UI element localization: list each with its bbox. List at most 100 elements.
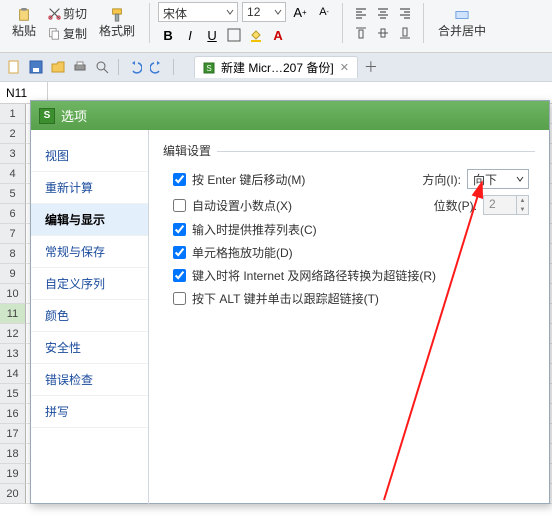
folder-open-icon <box>51 60 65 74</box>
row-header[interactable]: 9 <box>0 264 26 284</box>
undo-icon <box>128 60 142 74</box>
row-header[interactable]: 12 <box>0 324 26 344</box>
open-button[interactable] <box>50 59 66 75</box>
separator <box>173 59 174 75</box>
valign-top-button[interactable] <box>351 24 371 42</box>
row-header[interactable]: 15 <box>0 384 26 404</box>
cut-button[interactable]: 剪切 <box>46 4 89 23</box>
new-button[interactable] <box>6 59 22 75</box>
places-spinner[interactable]: 2 ▲▼ <box>483 195 529 215</box>
row-header[interactable]: 18 <box>0 444 26 464</box>
new-file-icon <box>7 60 21 74</box>
align-right-icon <box>398 6 412 20</box>
nav-item-view[interactable]: 视图 <box>31 140 148 172</box>
row-header[interactable]: 17 <box>0 424 26 444</box>
align-left-button[interactable] <box>351 4 371 22</box>
row-header[interactable]: 14 <box>0 364 26 384</box>
workbook-tab-strip: S 新建 Micr…207 备份] ✕ ＋ <box>194 56 378 78</box>
nav-item-security[interactable]: 安全性 <box>31 332 148 364</box>
row-header[interactable]: 11 <box>0 304 26 324</box>
increase-font-button[interactable]: A+ <box>290 3 310 21</box>
font-family-select[interactable]: 宋体 <box>158 2 238 22</box>
fill-color-button[interactable] <box>246 26 266 44</box>
row-header[interactable]: 13 <box>0 344 26 364</box>
dialog-title: 选项 <box>61 106 87 125</box>
border-button[interactable] <box>224 26 244 44</box>
checkbox-internet-hyperlink[interactable] <box>173 269 186 282</box>
font-size-select[interactable]: 12 <box>242 2 286 22</box>
align-left-icon <box>354 6 368 20</box>
checkbox-alt-click[interactable] <box>173 292 186 305</box>
nav-item-edit-display[interactable]: 编辑与显示 <box>31 204 148 236</box>
row-header[interactable]: 19 <box>0 464 26 484</box>
row-header[interactable]: 3 <box>0 144 26 164</box>
label-alt-click: 按下 ALT 键并单击以跟踪超链接(T) <box>192 290 379 307</box>
redo-icon <box>150 60 164 74</box>
row-header[interactable]: 7 <box>0 224 26 244</box>
chevron-down-icon <box>226 8 234 16</box>
group-edit-settings: 编辑设置 <box>163 142 535 159</box>
nav-item-general-save[interactable]: 常规与保存 <box>31 236 148 268</box>
direction-select[interactable]: 向下 <box>467 169 529 189</box>
row-header[interactable]: 20 <box>0 484 26 504</box>
align-right-button[interactable] <box>395 4 415 22</box>
nav-item-spelling[interactable]: 拼写 <box>31 396 148 428</box>
dialog-title-bar[interactable]: S 选项 <box>31 101 549 130</box>
italic-button[interactable]: I <box>180 26 200 44</box>
dialog-nav: 视图 重新计算 编辑与显示 常规与保存 自定义序列 颜色 安全性 错误检查 拼写 <box>31 130 149 504</box>
checkbox-suggest-list[interactable] <box>173 223 186 236</box>
bucket-icon <box>249 28 263 42</box>
checkbox-auto-decimal[interactable] <box>173 199 186 212</box>
checkbox-enter-move[interactable] <box>173 173 186 186</box>
separator <box>342 3 343 43</box>
valign-top-icon <box>354 26 368 40</box>
row-header[interactable]: 8 <box>0 244 26 264</box>
valign-middle-button[interactable] <box>373 24 393 42</box>
quick-access-bar: S 新建 Micr…207 备份] ✕ ＋ <box>0 53 552 82</box>
save-button[interactable] <box>28 59 44 75</box>
nav-item-error-check[interactable]: 错误检查 <box>31 364 148 396</box>
valign-bottom-button[interactable] <box>395 24 415 42</box>
row-header[interactable]: 5 <box>0 184 26 204</box>
row-headers: 1 2 3 4 5 6 7 8 9 10 11 12 13 14 15 16 1… <box>0 104 26 504</box>
row-header[interactable]: 1 <box>0 104 26 124</box>
svg-text:S: S <box>206 64 211 73</box>
printer-icon <box>73 60 87 74</box>
print-button[interactable] <box>72 59 88 75</box>
add-tab-button[interactable]: ＋ <box>364 57 378 77</box>
paste-button[interactable]: 粘贴 <box>6 6 42 41</box>
row-header[interactable]: 6 <box>0 204 26 224</box>
decrease-font-button[interactable]: A- <box>314 3 334 21</box>
print-preview-button[interactable] <box>94 59 110 75</box>
nav-item-color[interactable]: 颜色 <box>31 300 148 332</box>
row-header[interactable]: 4 <box>0 164 26 184</box>
underline-button[interactable]: U <box>202 26 222 44</box>
checkbox-cell-drag[interactable] <box>173 246 186 259</box>
copy-button[interactable]: 复制 <box>46 24 89 43</box>
nav-item-recalc[interactable]: 重新计算 <box>31 172 148 204</box>
workbook-tab[interactable]: S 新建 Micr…207 备份] ✕ <box>194 56 358 78</box>
redo-button[interactable] <box>149 59 165 75</box>
format-painter-button[interactable]: 格式刷 <box>93 6 141 41</box>
paste-label: 粘贴 <box>12 22 36 39</box>
merge-center-button[interactable]: 合并居中 <box>432 6 492 41</box>
workbook-tab-label: 新建 Micr…207 备份] <box>221 59 334 76</box>
separator <box>423 3 424 43</box>
tab-close-button[interactable]: ✕ <box>340 61 349 74</box>
row-header[interactable]: 2 <box>0 124 26 144</box>
row-header[interactable]: 16 <box>0 404 26 424</box>
font-color-button[interactable]: A <box>268 26 288 44</box>
sheet-icon: S <box>203 62 215 74</box>
paintbrush-icon <box>110 8 124 22</box>
undo-button[interactable] <box>127 59 143 75</box>
separator <box>149 3 150 43</box>
nav-item-custom-lists[interactable]: 自定义序列 <box>31 268 148 300</box>
scissors-icon <box>48 7 61 20</box>
align-center-icon <box>376 6 390 20</box>
row-header[interactable]: 10 <box>0 284 26 304</box>
label-enter-move: 按 Enter 键后移动(M) <box>192 171 305 188</box>
align-center-button[interactable] <box>373 4 393 22</box>
label-auto-decimal: 自动设置小数点(X) <box>192 197 292 214</box>
bold-button[interactable]: B <box>158 26 178 44</box>
spinner-buttons[interactable]: ▲▼ <box>516 196 528 214</box>
